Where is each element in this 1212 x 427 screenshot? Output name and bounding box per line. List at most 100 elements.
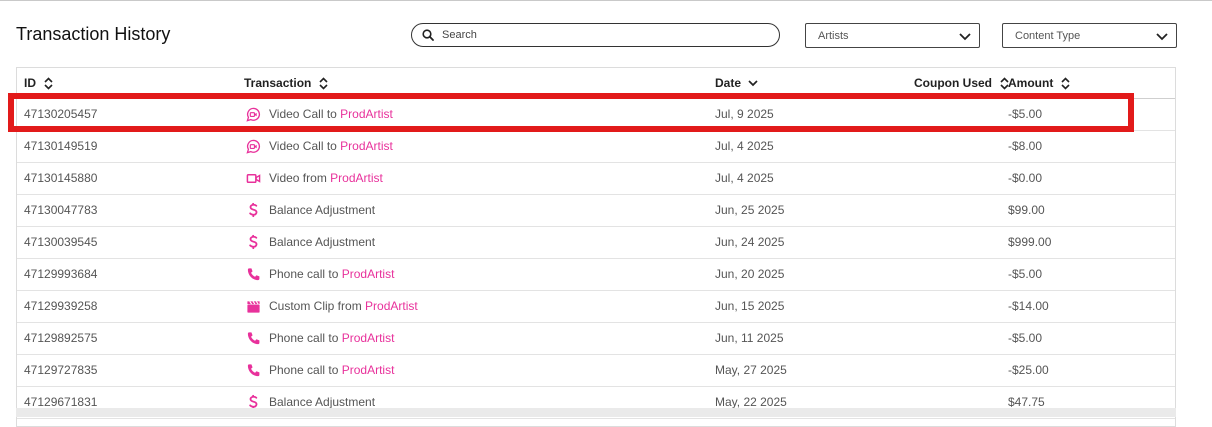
transaction-amount: -$14.00 xyxy=(1008,299,1049,313)
search-box[interactable] xyxy=(411,23,780,47)
column-header-coupon[interactable]: Coupon Used xyxy=(914,75,1012,91)
transaction-text: Phone call to xyxy=(269,267,339,281)
transaction-id: 47130039545 xyxy=(24,235,98,249)
table-row[interactable]: 47129993684 Phone call to ProdArtist Jun, … xyxy=(17,259,1175,291)
transaction-date: Jun, 15 2025 xyxy=(715,299,785,313)
transaction-description: Video Call to ProdArtist xyxy=(245,138,393,154)
transaction-text: Custom Clip from xyxy=(269,299,362,313)
transaction-date: Jul, 9 2025 xyxy=(715,107,774,121)
transaction-id: 47130047783 xyxy=(24,203,98,217)
table-row[interactable]: 47130205457 Video Call to ProdArtist Jul, … xyxy=(17,99,1175,131)
transactions-table: ID Transaction Date Coupon Used Amount 4… xyxy=(16,67,1176,427)
transaction-date: Jun, 11 2025 xyxy=(715,331,784,345)
table-body: 47130205457 Video Call to ProdArtist Jul, … xyxy=(17,99,1175,419)
transaction-id: 47129892575 xyxy=(24,331,98,345)
column-header-label: ID xyxy=(24,76,36,90)
transaction-text: Video Call to xyxy=(269,107,337,121)
phone-icon xyxy=(245,266,261,282)
artist-link[interactable]: ProdArtist xyxy=(342,363,395,377)
artist-link[interactable]: ProdArtist xyxy=(365,299,418,313)
artist-link[interactable]: ProdArtist xyxy=(342,331,395,345)
artist-link[interactable]: ProdArtist xyxy=(340,139,393,153)
column-header-label: Transaction xyxy=(244,76,312,90)
transaction-id: 47129993684 xyxy=(24,267,98,281)
content-type-dropdown-label: Content Type xyxy=(1015,29,1081,42)
transaction-text: Phone call to xyxy=(269,363,339,377)
transaction-amount: -$0.00 xyxy=(1008,171,1043,185)
table-header: ID Transaction Date Coupon Used Amount xyxy=(17,68,1175,99)
transaction-date: May, 27 2025 xyxy=(715,363,787,377)
transaction-description: Custom Clip from ProdArtist xyxy=(245,298,418,314)
transaction-amount: -$5.00 xyxy=(1008,267,1043,281)
video-icon xyxy=(245,170,261,186)
transaction-date: Jun, 24 2025 xyxy=(715,235,785,249)
search-icon xyxy=(420,27,436,43)
transaction-amount: $47.75 xyxy=(1008,395,1045,409)
content-type-dropdown[interactable]: Content Type xyxy=(1002,23,1177,48)
search-input[interactable] xyxy=(442,29,762,41)
table-row[interactable]: 47130047783 Balance Adjustment Jun, 25 202… xyxy=(17,195,1175,227)
column-header-id[interactable]: ID xyxy=(24,75,56,91)
chevron-down-icon xyxy=(957,28,973,44)
transaction-date: Jun, 25 2025 xyxy=(715,203,785,217)
transaction-text: Phone call to xyxy=(269,331,339,345)
column-header-label: Amount xyxy=(1008,76,1054,90)
transaction-text: Balance Adjustment xyxy=(269,235,376,249)
transaction-text: Balance Adjustment xyxy=(269,203,376,217)
transaction-id: 47130149519 xyxy=(24,139,98,153)
sort-icon xyxy=(315,75,331,91)
transaction-amount: -$25.00 xyxy=(1008,363,1049,377)
transaction-date: Jul, 4 2025 xyxy=(715,171,774,185)
chevron-down-icon xyxy=(1154,28,1170,44)
column-header-amount[interactable]: Amount xyxy=(1008,75,1073,91)
dollar-icon xyxy=(245,234,261,250)
transaction-description: Balance Adjustment xyxy=(245,202,375,218)
phone-icon xyxy=(245,330,261,346)
table-row[interactable]: 47130145880 Video from ProdArtist Jul, 4 2… xyxy=(17,163,1175,195)
table-row[interactable]: 47129892575 Phone call to ProdArtist Jun, … xyxy=(17,323,1175,355)
top-divider xyxy=(0,0,1212,1)
table-row[interactable]: 47129727835 Phone call to ProdArtist May, … xyxy=(17,355,1175,387)
transaction-amount: $999.00 xyxy=(1008,235,1052,249)
column-header-transaction[interactable]: Transaction xyxy=(244,75,331,91)
video-call-icon xyxy=(245,106,261,122)
table-row[interactable]: 47130039545 Balance Adjustment Jun, 24 202… xyxy=(17,227,1175,259)
sort-icon xyxy=(40,75,56,91)
phone-icon xyxy=(245,362,261,378)
transaction-description: Video from ProdArtist xyxy=(245,170,383,186)
column-header-label: Coupon Used xyxy=(914,76,992,90)
video-call-icon xyxy=(245,138,261,154)
transaction-date: May, 22 2025 xyxy=(715,395,787,409)
page-title: Transaction History xyxy=(16,24,171,44)
transaction-text: Video Call to xyxy=(269,139,337,153)
artists-dropdown-label: Artists xyxy=(818,29,849,42)
sort-icon xyxy=(1057,75,1073,91)
transaction-date: Jul, 4 2025 xyxy=(715,139,774,153)
transaction-id: 47130205457 xyxy=(24,107,98,121)
transaction-description: Phone call to ProdArtist xyxy=(245,330,394,346)
transaction-amount: -$5.00 xyxy=(1008,331,1043,345)
transaction-text: Video from xyxy=(269,171,327,185)
table-row[interactable]: 47129939258 Custom Clip from ProdArtist Ju… xyxy=(17,291,1175,323)
transaction-id: 47130145880 xyxy=(24,171,98,185)
transaction-text: Balance Adjustment xyxy=(269,395,376,409)
transaction-amount: $99.00 xyxy=(1008,203,1045,217)
transaction-id: 47129671831 xyxy=(24,395,98,409)
transaction-date: Jun, 20 2025 xyxy=(715,267,785,281)
dollar-icon xyxy=(245,202,261,218)
column-header-date[interactable]: Date xyxy=(715,75,761,91)
transaction-id: 47129727835 xyxy=(24,363,98,377)
transaction-id: 47129939258 xyxy=(24,299,98,313)
transaction-description: Phone call to ProdArtist xyxy=(245,266,394,282)
transaction-description: Video Call to ProdArtist xyxy=(245,106,393,122)
clapperboard-icon xyxy=(245,298,261,314)
artist-link[interactable]: ProdArtist xyxy=(342,267,395,281)
sort-descending-icon xyxy=(745,75,761,91)
table-footer-band xyxy=(16,408,1176,417)
transaction-description: Phone call to ProdArtist xyxy=(245,362,394,378)
artist-link[interactable]: ProdArtist xyxy=(340,107,393,121)
table-row[interactable]: 47130149519 Video Call to ProdArtist Jul, … xyxy=(17,131,1175,163)
transaction-description: Balance Adjustment xyxy=(245,234,375,250)
artist-link[interactable]: ProdArtist xyxy=(330,171,383,185)
artists-dropdown[interactable]: Artists xyxy=(805,23,980,48)
